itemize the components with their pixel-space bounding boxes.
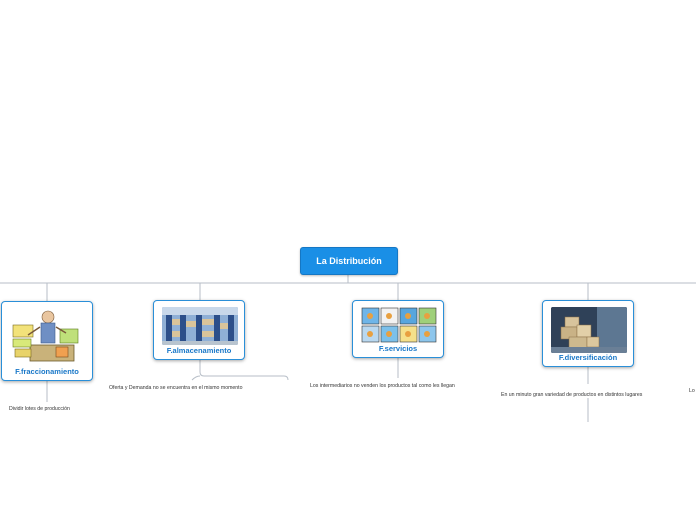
- note-diversificacion[interactable]: En un minuto gran variedad de productos …: [501, 392, 642, 398]
- node-label: F.servicios: [378, 344, 418, 353]
- node-label: F.diversificación: [558, 353, 618, 362]
- node-diversificacion[interactable]: F.diversificación: [542, 300, 634, 367]
- note-partial[interactable]: Lo: [689, 388, 695, 394]
- note-fraccionamiento[interactable]: Dividir lotes de producción: [9, 406, 70, 412]
- node-label: F.fraccionamiento: [15, 367, 79, 376]
- vendor-illustration-icon: [10, 307, 86, 365]
- node-fraccionamiento[interactable]: F.fraccionamiento: [1, 301, 93, 381]
- root-node[interactable]: La Distribución: [300, 247, 398, 275]
- note-servicios[interactable]: Los intermediarios no venden los product…: [310, 383, 455, 389]
- warehouse-photo-icon: [162, 307, 238, 345]
- node-label: F.almacenamiento: [166, 346, 232, 355]
- note-almacenamiento[interactable]: Oferta y Demanda no se encuentra en el m…: [109, 385, 243, 391]
- services-collage-icon: [361, 307, 437, 343]
- root-label: La Distribución: [316, 256, 382, 266]
- boxes-photo-icon: [551, 307, 627, 353]
- node-almacenamiento[interactable]: F.almacenamiento: [153, 300, 245, 360]
- node-servicios[interactable]: F.servicios: [352, 300, 444, 358]
